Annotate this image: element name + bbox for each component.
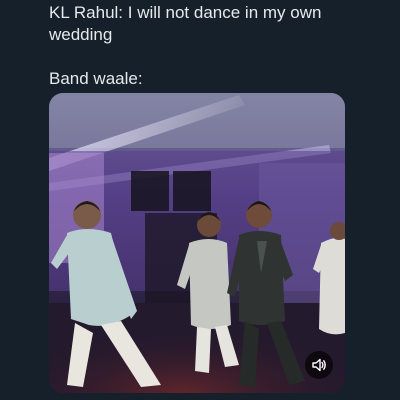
video-player[interactable] <box>49 93 345 393</box>
tweet-text-line-1: KL Rahul: I will not dance in my own wed… <box>49 3 322 44</box>
speaker-icon <box>312 358 326 372</box>
speaker-cabinet <box>173 171 211 211</box>
tweet-text-line-2: Band waale: <box>49 69 143 88</box>
volume-button[interactable] <box>305 351 333 379</box>
video-frame <box>49 93 345 393</box>
speaker-cabinet <box>131 171 169 211</box>
tweet-text: KL Rahul: I will not dance in my own wed… <box>49 2 349 90</box>
